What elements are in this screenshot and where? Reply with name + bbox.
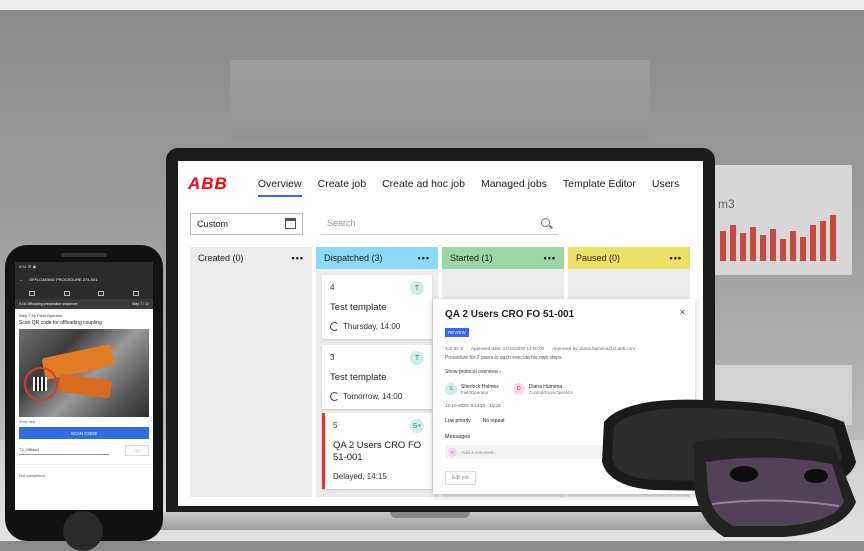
detail-job-id: Job ID: 5 xyxy=(445,346,464,351)
calendar-icon[interactable] xyxy=(285,218,296,229)
protocol-overview-link[interactable]: Show protocol overview › xyxy=(445,369,683,375)
avatar: S xyxy=(445,383,457,395)
phone: 4:51 ⚙ ◉ ← OFFLOADING PROCEDURE 274-001 … xyxy=(5,245,163,551)
nav-create-job[interactable]: Create job xyxy=(318,174,366,194)
detail-title: QA 2 Users CRO FO 51-001 xyxy=(445,309,575,320)
detail-meta: Job ID: 5 Approved date: 12/10/2020 14:0… xyxy=(445,346,683,351)
job-card-delayed[interactable]: 5 S+ QA 2 Users CRO FO 51-001 Delayed, 1… xyxy=(322,413,432,489)
job-title: Test template xyxy=(330,372,387,383)
column-dispatched: Dispatched (3) ••• 4 T Test template Thu… xyxy=(316,247,438,497)
ok-button[interactable]: OK xyxy=(125,445,149,456)
recurring-icon xyxy=(330,392,339,401)
scan-result-field[interactable]: T2_Offload xyxy=(19,447,109,455)
assignee: D Diana Humena ControlRoomOperator xyxy=(512,383,574,395)
job-time: Delayed, 14:15 xyxy=(333,472,387,481)
nav-users[interactable]: Users xyxy=(652,174,679,194)
detail-approved-date: Approved date: 12/10/2020 14:00:00 xyxy=(471,346,545,351)
edit-job-button[interactable]: Edit job xyxy=(445,471,476,485)
step-instruction: Scan QR code for offloading coupling xyxy=(19,320,102,326)
step-sequence: 0.16 Offloading preparation sequence xyxy=(19,302,78,306)
search-placeholder: Search xyxy=(327,218,356,228)
job-title: QA 2 Users CRO FO 51-001 xyxy=(333,440,422,463)
job-time: Thursday, 14:00 xyxy=(343,322,401,331)
background-monitor: m3 xyxy=(712,165,852,275)
assignee-avatar: T xyxy=(410,351,424,365)
repeat-label: No repeat xyxy=(482,418,505,424)
qr-code xyxy=(33,377,47,391)
abb-logo: ABB xyxy=(188,173,228,193)
column-menu-icon[interactable]: ••• xyxy=(670,253,682,263)
phone-status-bar: 4:51 ⚙ ◉ xyxy=(15,262,153,272)
hololens-headset xyxy=(602,399,856,537)
nav-create-ad-hoc-job[interactable]: Create ad hoc job xyxy=(382,174,465,194)
background-monitor-bars xyxy=(720,211,844,261)
assignee: S Sherlock Holmes FieldOperator xyxy=(445,383,499,395)
step-operator: Step 7 by Field Operator xyxy=(19,313,63,318)
phone-speaker xyxy=(61,253,107,257)
column-dispatched-header: Dispatched (3) ••• xyxy=(316,247,438,269)
avatar: D xyxy=(512,383,525,395)
comment-placeholder: Add a comment... xyxy=(462,449,498,455)
job-schedule: Delayed, 14:15 xyxy=(333,472,424,481)
phone-title: OFFLOADING PROCEDURE 274-001 xyxy=(29,277,98,282)
column-paused-header: Paused (0) ••• xyxy=(568,247,690,269)
nav-overview[interactable]: Overview xyxy=(257,174,302,197)
job-schedule: Thursday, 14:00 xyxy=(330,322,424,331)
tab-icon[interactable] xyxy=(63,290,70,296)
recurring-icon xyxy=(330,322,339,331)
detail-approved-by: Approved by: diana.humena@ct.abb.com xyxy=(552,346,635,351)
tab-icon[interactable] xyxy=(98,290,105,296)
tab-icon[interactable] xyxy=(29,290,36,296)
job-title: Test template xyxy=(330,302,387,313)
phone-screen: 4:51 ⚙ ◉ ← OFFLOADING PROCEDURE 274-001 … xyxy=(15,262,153,510)
job-card[interactable]: 4 T Test template Thursday, 14:00 xyxy=(322,275,432,339)
assignee-role: FieldOperator xyxy=(461,389,489,395)
step-status: Not completed xyxy=(15,464,153,478)
detail-description: Procedure for 2 users to each execute hi… xyxy=(445,355,563,361)
background-monitor-text: m3 xyxy=(718,197,735,211)
coupling-photo xyxy=(19,329,149,417)
background-top xyxy=(0,0,864,10)
job-schedule: Tomorrow, 14:00 xyxy=(330,392,424,401)
phone-app-bar: ← OFFLOADING PROCEDURE 274-001 xyxy=(15,272,153,287)
job-time: Tomorrow, 14:00 xyxy=(343,392,403,401)
search-icon[interactable] xyxy=(541,218,550,227)
column-menu-icon[interactable]: ••• xyxy=(418,253,430,263)
background-window xyxy=(230,60,650,140)
close-icon[interactable]: × xyxy=(680,307,685,317)
step-count: Step 7 / 12 xyxy=(132,302,149,306)
assignee-avatar: T xyxy=(410,281,424,295)
avatar: P xyxy=(448,447,457,457)
home-button xyxy=(63,511,103,551)
phone-step-bar: 0.16 Offloading preparation sequence Ste… xyxy=(15,299,153,309)
column-title: Started (1) xyxy=(450,253,493,263)
column-created: Created (0) ••• xyxy=(190,247,312,497)
column-created-header: Created (0) ••• xyxy=(190,247,312,269)
priority-label: Low priority xyxy=(445,418,471,424)
column-title: Paused (0) xyxy=(576,253,621,263)
back-arrow-icon[interactable]: ← xyxy=(19,277,23,282)
assignee-role: ControlRoomOperator xyxy=(528,389,574,395)
nav-managed-jobs[interactable]: Managed jobs xyxy=(481,174,547,194)
nav-template-editor[interactable]: Template Editor xyxy=(563,174,636,194)
column-menu-icon[interactable]: ••• xyxy=(292,253,304,263)
date-filter-value: Custom xyxy=(197,219,229,229)
tab-icon[interactable] xyxy=(132,290,139,296)
column-title: Created (0) xyxy=(198,253,244,263)
date-filter-select[interactable]: Custom xyxy=(190,213,303,235)
column-started-header: Started (1) ••• xyxy=(442,247,564,269)
top-nav: ABB Overview Create job Create ad hoc jo… xyxy=(178,161,703,206)
assignee-avatar: S+ xyxy=(410,419,424,433)
status-badge: REVIEW xyxy=(445,328,469,337)
job-card[interactable]: 3 T Test template Tomorrow, 14:00 xyxy=(322,345,432,409)
column-menu-icon[interactable]: ••• xyxy=(544,253,556,263)
show-help-link[interactable]: Show help xyxy=(15,417,153,427)
phone-tabs xyxy=(15,287,153,299)
scan-result-row: T2_Offload OK xyxy=(19,445,149,456)
search-input[interactable]: Search xyxy=(321,213,558,235)
assignee-name: Sherlock Holmes xyxy=(461,383,499,390)
column-title: Dispatched (3) xyxy=(324,253,383,263)
scan-code-button[interactable]: SCAN CODE xyxy=(19,427,149,439)
